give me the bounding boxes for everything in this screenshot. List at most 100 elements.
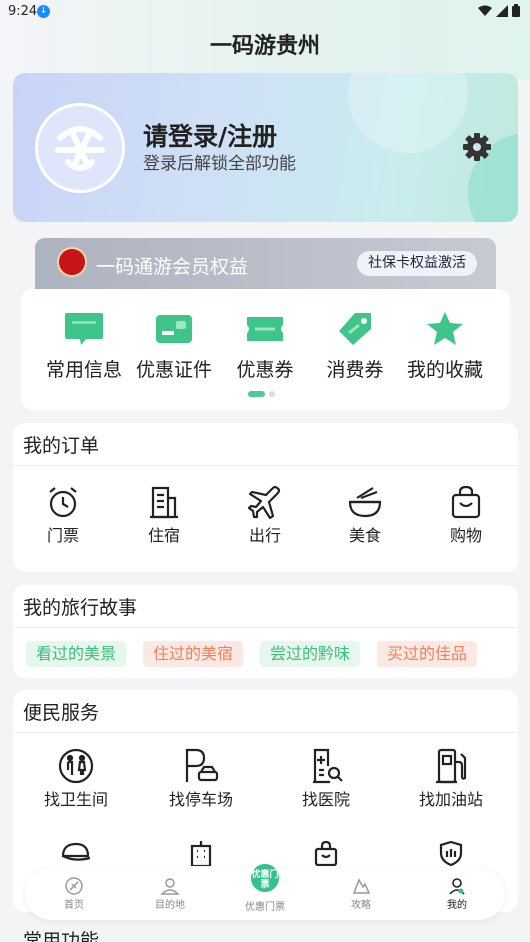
order-lodging[interactable]: 住宿 (129, 484, 199, 546)
avatar[interactable] (35, 103, 125, 193)
service-hospital[interactable]: 找医院 (271, 748, 381, 810)
signal-icon (496, 4, 508, 17)
order-item-label: 美食 (348, 526, 381, 545)
page-indicator (248, 391, 275, 397)
quick-item-coupon[interactable]: 优惠券 (220, 311, 310, 382)
service-more-2[interactable] (146, 840, 256, 866)
order-item-label: 住宿 (147, 526, 180, 545)
story-tag-food[interactable]: 尝过的黔味 (260, 641, 361, 667)
common-functions-title: 常用功能 (23, 930, 100, 942)
shopping-bag-icon (314, 840, 338, 866)
tab-destination[interactable]: 目的地 (140, 876, 200, 911)
tab-label: 首页 (64, 900, 84, 911)
quick-actions-panel: 常用信息 优惠证件 优惠券 消费券 我的收藏 (21, 289, 510, 410)
quick-item-label: 我的收藏 (406, 359, 483, 381)
order-item-label: 门票 (46, 526, 79, 545)
status-bar: 9:24 ↓ (0, 0, 530, 24)
service-label: 找卫生间 (43, 790, 108, 809)
story-tag-scenery[interactable]: 看过的美景 (26, 641, 127, 667)
status-time: 9:24 (8, 4, 38, 19)
shopping-bag-icon (451, 485, 481, 519)
bowl-icon (348, 487, 382, 518)
quick-item-id[interactable]: 优惠证件 (129, 311, 219, 382)
location-icon (160, 878, 180, 895)
download-icon: ↓ (37, 5, 50, 18)
travel-stories-card: 我的旅行故事 看过的美景 住过的美宿 尝过的黔味 买过的佳品 (13, 585, 518, 678)
gas-station-icon (436, 748, 467, 784)
tab-label: 优惠门票 (245, 902, 285, 913)
service-gas-station[interactable]: 找加油站 (396, 748, 506, 810)
settings-gear-icon[interactable] (461, 131, 493, 163)
bottom-tab-bar: 首页 目的地 优惠门票 优惠门票 攻略 我的 (25, 862, 505, 920)
login-subtitle: 登录后解锁全部功能 (143, 154, 296, 174)
order-item-label: 出行 (248, 526, 281, 545)
tab-guide[interactable]: 攻略 (331, 876, 391, 911)
page-title: 一码游贵州 (209, 34, 320, 59)
member-benefits-text: 一码通游会员权益 (96, 256, 249, 278)
order-travel[interactable]: 出行 (230, 484, 300, 546)
quick-item-voucher[interactable]: 消费券 (310, 311, 400, 382)
profile-card[interactable]: 请登录/注册 登录后解锁全部功能 (13, 73, 518, 222)
quick-item-info[interactable]: 常用信息 (39, 311, 129, 382)
parking-icon (185, 748, 219, 782)
wifi-icon (478, 5, 492, 16)
services-title: 便民服务 (23, 702, 100, 724)
tab-label: 我的 (447, 900, 467, 911)
ticket-icon[interactable]: 优惠门票 (249, 862, 281, 894)
service-parking[interactable]: 找停车场 (146, 748, 256, 810)
guide-icon (352, 878, 371, 894)
order-tickets[interactable]: 门票 (28, 484, 98, 546)
service-more-1[interactable] (21, 840, 131, 866)
page-dot-active (248, 391, 265, 397)
quick-item-label: 优惠券 (236, 359, 294, 381)
hospital-icon (313, 748, 343, 784)
tab-label: 攻略 (351, 900, 371, 911)
id-card-icon (156, 315, 192, 343)
toilet-icon (58, 748, 94, 784)
quick-item-label: 消费券 (326, 359, 384, 381)
orders-card: 我的订单 门票 住宿 出行 美食 购物 (13, 423, 518, 572)
tab-home[interactable]: 首页 (44, 876, 104, 911)
airplane-icon (247, 485, 281, 520)
divider (13, 732, 518, 733)
service-more-4[interactable] (396, 840, 506, 866)
decor-circle (348, 73, 468, 153)
tab-mine[interactable]: 我的 (427, 876, 487, 911)
tab-label: 目的地 (155, 900, 185, 911)
tag-icon (339, 313, 371, 345)
home-icon (65, 877, 83, 895)
social-card-activate-button[interactable]: 社保卡权益激活 (357, 251, 477, 276)
story-tag-lodging[interactable]: 住过的美宿 (143, 641, 244, 667)
status-icons (478, 4, 520, 17)
message-icon (65, 313, 103, 345)
avatar-logo-icon (55, 126, 105, 171)
login-title[interactable]: 请登录/注册 (143, 117, 277, 153)
order-food[interactable]: 美食 (330, 484, 400, 546)
quick-item-label: 常用信息 (45, 359, 122, 381)
coupon-icon (247, 317, 283, 341)
order-item-label: 购物 (449, 526, 482, 545)
divider (13, 627, 518, 628)
divider (13, 465, 518, 466)
order-shopping[interactable]: 购物 (431, 484, 501, 546)
service-more-3[interactable] (271, 840, 381, 866)
cap-icon (61, 842, 91, 861)
battery-icon (512, 4, 520, 17)
national-emblem-icon (57, 247, 87, 277)
building-icon (190, 841, 212, 866)
shield-icon (439, 840, 463, 866)
building-icon (150, 486, 178, 519)
quick-item-favorites[interactable]: 我的收藏 (400, 311, 490, 382)
service-label: 找加油站 (418, 790, 483, 809)
stories-title: 我的旅行故事 (23, 597, 138, 619)
quick-item-label: 优惠证件 (135, 359, 212, 381)
service-toilet[interactable]: 找卫生间 (21, 748, 131, 810)
profile-icon (449, 878, 465, 895)
story-tag-goods[interactable]: 买过的佳品 (377, 641, 478, 667)
alarm-clock-icon (49, 487, 77, 518)
tab-tickets[interactable]: 优惠门票 (235, 898, 295, 913)
orders-title: 我的订单 (23, 435, 100, 457)
service-label: 找医院 (301, 790, 350, 809)
page-dot (269, 391, 275, 397)
service-label: 找停车场 (168, 790, 233, 809)
